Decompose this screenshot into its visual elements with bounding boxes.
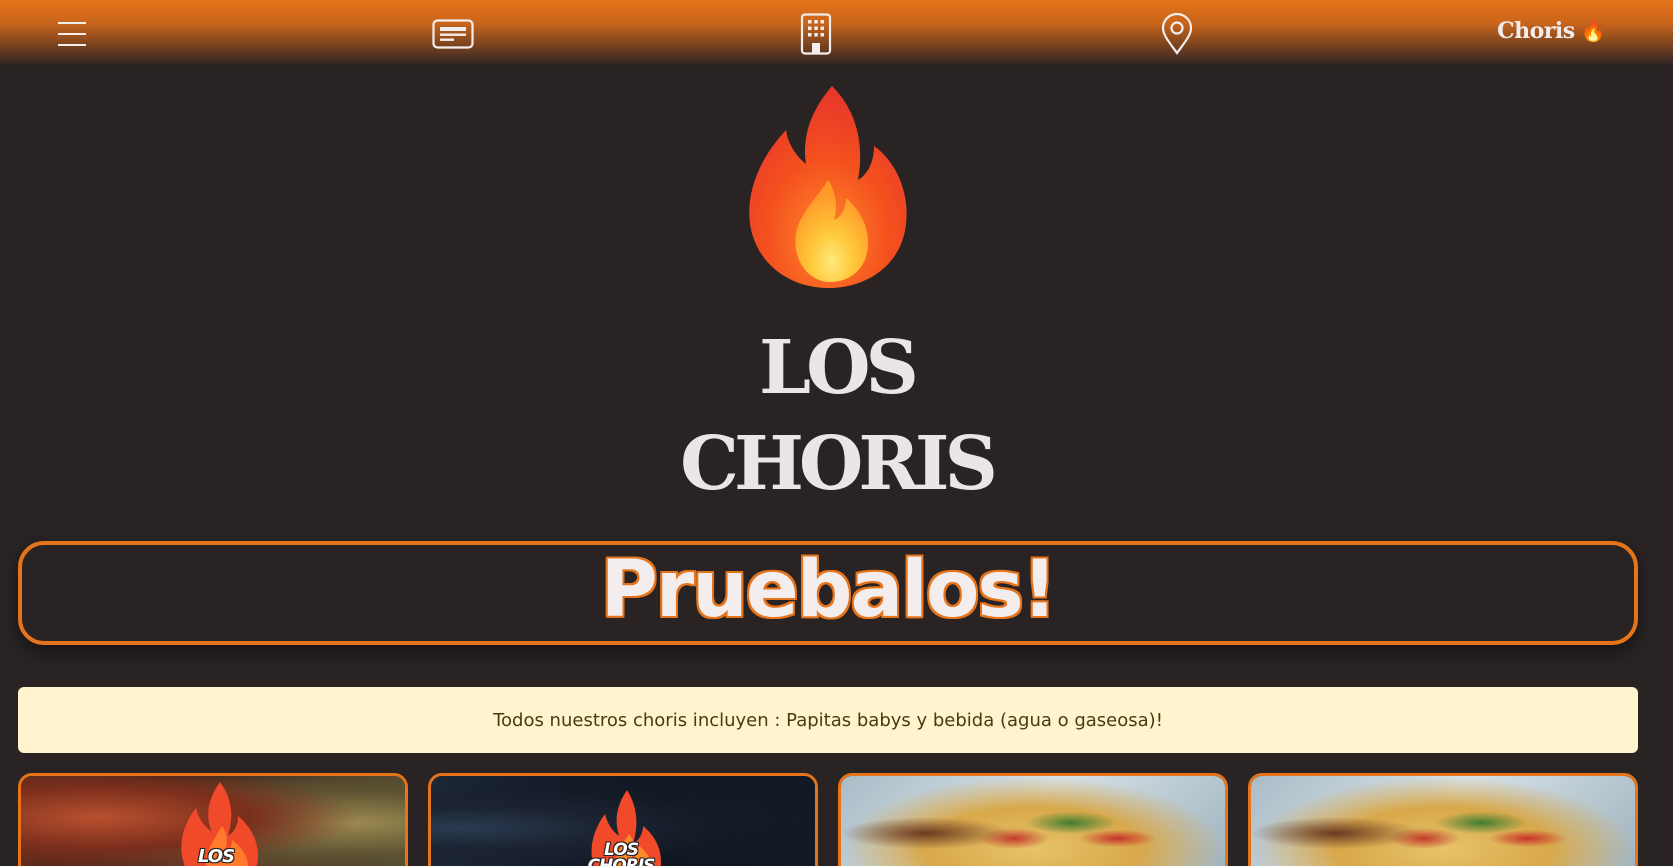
card-text-icon[interactable] bbox=[431, 12, 475, 56]
info-note: Todos nuestros choris incluyen : Papitas… bbox=[18, 687, 1638, 753]
product-card[interactable]: LOS bbox=[18, 773, 408, 866]
hero-title: LOS CHORIS bbox=[0, 320, 1673, 512]
cta-banner: Pruebalos! bbox=[18, 541, 1638, 645]
fire-emoji-icon: 🔥 bbox=[1580, 19, 1606, 43]
building-icon[interactable] bbox=[794, 12, 838, 56]
card-logo-text: LOS CHORIS bbox=[587, 840, 656, 866]
product-card[interactable]: LOS CHORIS bbox=[428, 773, 818, 866]
hero-title-line-2: CHORIS bbox=[680, 421, 998, 507]
info-note-text: Todos nuestros choris incluyen : Papitas… bbox=[493, 709, 1163, 731]
product-card[interactable] bbox=[838, 773, 1228, 866]
brand-link[interactable]: Choris 🔥 bbox=[1497, 18, 1605, 44]
hamburger-menu-icon[interactable] bbox=[50, 12, 94, 56]
map-pin-icon[interactable] bbox=[1155, 12, 1199, 56]
top-navbar: Choris 🔥 bbox=[0, 0, 1673, 66]
brand-name: Choris bbox=[1497, 18, 1575, 44]
taco-photo bbox=[841, 776, 1225, 866]
product-card[interactable] bbox=[1248, 773, 1638, 866]
los-choris-logo: LOS bbox=[166, 780, 266, 866]
card-logo-text: LOS bbox=[197, 846, 235, 866]
los-choris-logo: LOS CHORIS bbox=[571, 788, 671, 866]
hero-title-line-1: LOS bbox=[759, 325, 919, 411]
fire-icon bbox=[740, 82, 915, 292]
cta-text: Pruebalos! bbox=[600, 545, 1058, 635]
taco-photo bbox=[1251, 776, 1635, 866]
